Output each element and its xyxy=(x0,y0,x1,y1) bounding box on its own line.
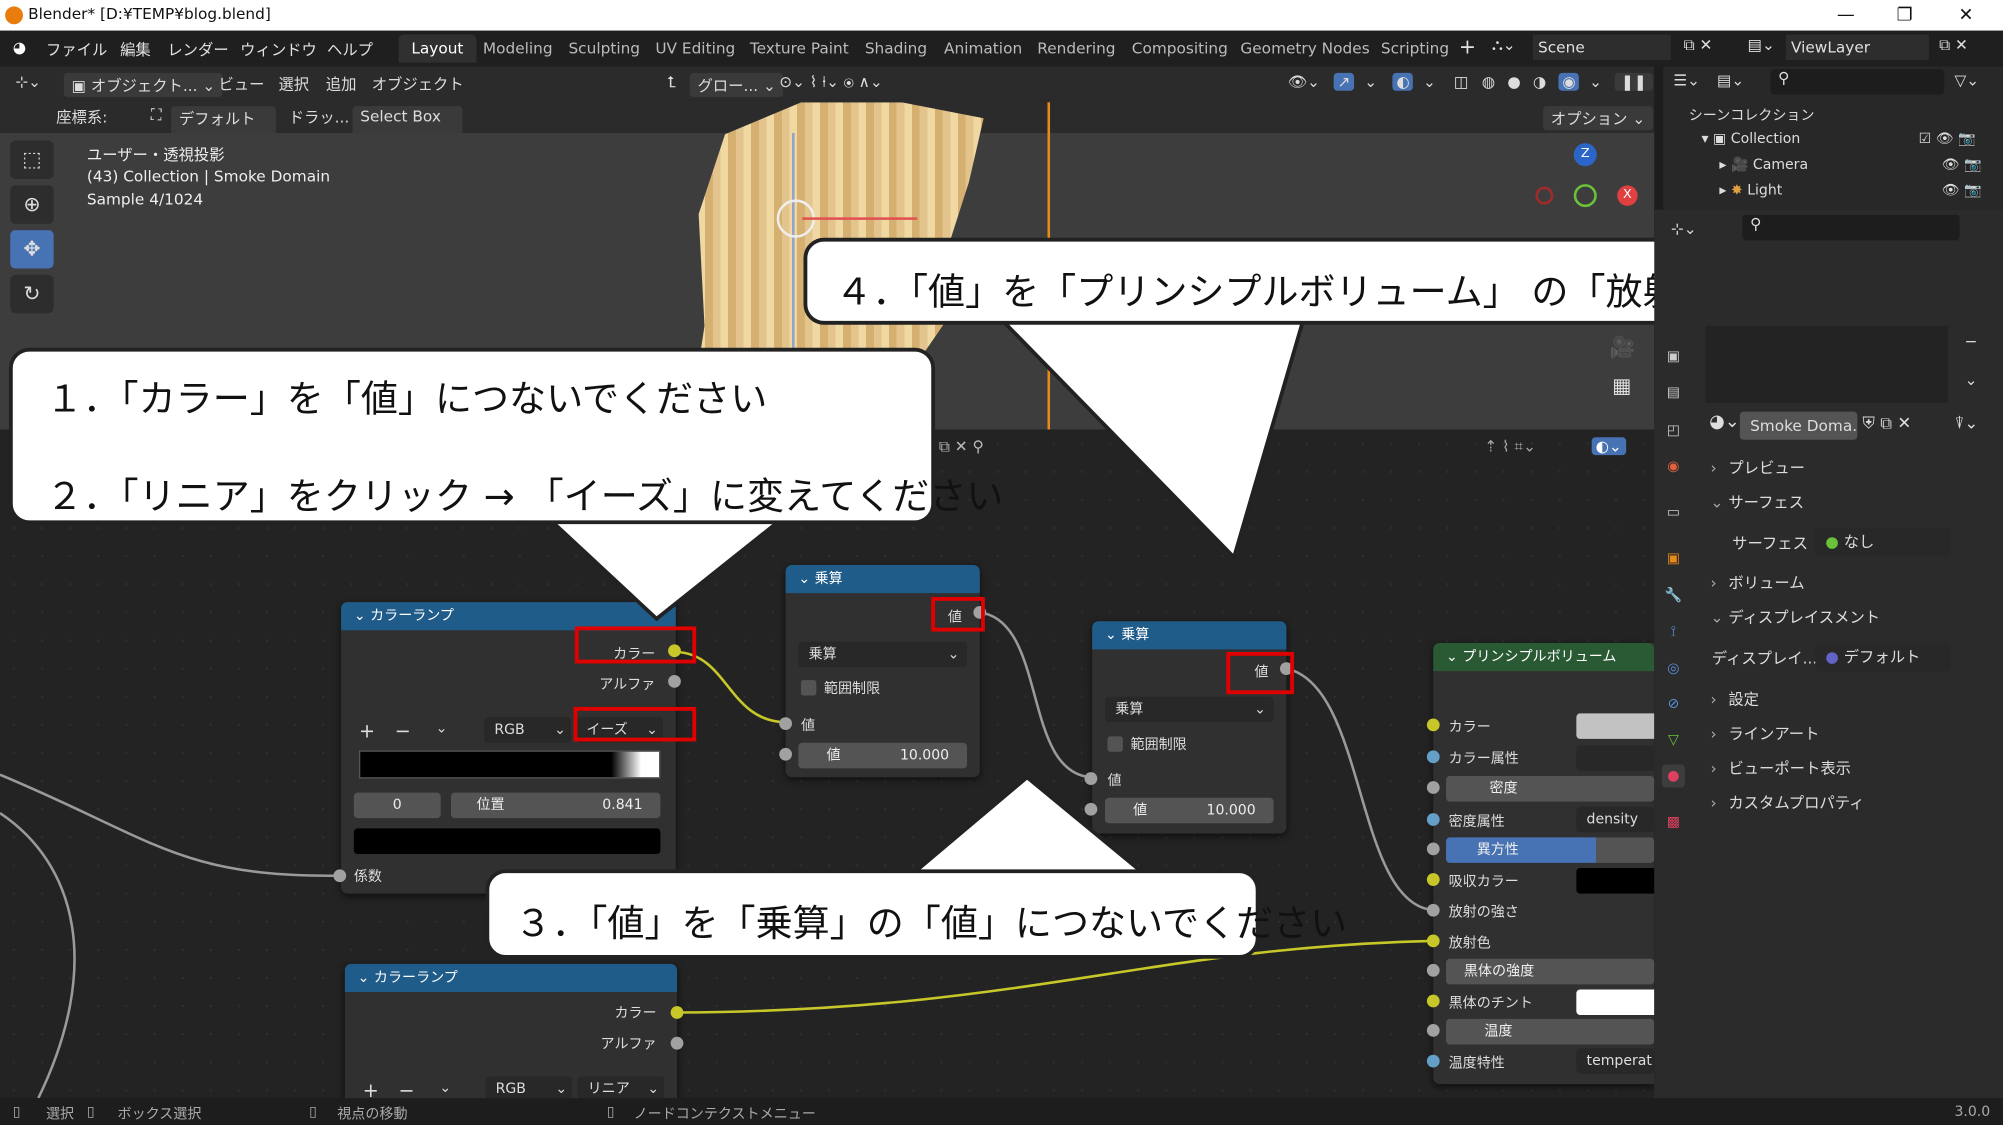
material-node-icon[interactable]: ⍒⌄ xyxy=(1954,414,1978,433)
mouse-right-icon: ▯ xyxy=(606,1103,615,1120)
status-select-label: 選択 xyxy=(45,1105,75,1123)
callout-tail-1 xyxy=(544,517,788,622)
scene-tab-icon[interactable]: ◉ xyxy=(1662,455,1685,478)
callout-step-2-text: ２．「リニア」をクリック → 「イーズ」に変えてください xyxy=(45,474,1004,518)
status-bar: ▯ 選択 ▯ ボックス選択 ▯ 視点の移動 ▯ ノードコンテクストメニュー 3.… xyxy=(0,1098,2003,1125)
physics-tab-icon[interactable]: ◎ xyxy=(1662,657,1685,680)
section-lineart-label: ラインアート xyxy=(1728,724,1820,743)
outliner-item-light[interactable]: ▸ ✸ Light xyxy=(1719,182,1782,199)
slot-menu-icon[interactable]: ⌄ xyxy=(1965,371,1978,389)
callout-step-3-text: ３．「値」を「乗算」の「値」につないでください xyxy=(514,901,1348,945)
callout-steps-1-2: １．「カラー」を「値」につないでください ２．「リニア」をクリック → 「イーズ… xyxy=(8,347,1003,525)
outliner-panel: ☰⌄ ▤⌄ ⚲ ▽⌄ シーンコレクション ▾ ▣ Collection ▸ 🎥 … xyxy=(1663,66,2003,210)
material-name-field[interactable]: Smoke Doma... xyxy=(1739,411,1858,440)
mouse-left-icon: ▯ xyxy=(12,1103,21,1120)
outliner-editor-icon[interactable]: ☰⌄ xyxy=(1673,72,1700,90)
section-settings[interactable]: › 設定 xyxy=(1705,685,1986,713)
mouse-middle-icon: ▯ xyxy=(309,1103,317,1120)
material-tab-icon[interactable]: ● xyxy=(1661,764,1685,788)
light-visibility-icons[interactable]: 👁 📷 xyxy=(1942,182,1982,199)
outliner-search-input[interactable]: ⚲ xyxy=(1770,69,1945,95)
status-context-menu-label: ノードコンテクストメニュー xyxy=(633,1105,816,1123)
callout-tail-4 xyxy=(998,318,1306,562)
texture-tab-icon[interactable]: ▩ xyxy=(1662,811,1685,834)
surface-label: サーフェス xyxy=(1732,534,1808,553)
section-settings-label: 設定 xyxy=(1728,690,1760,709)
section-surface[interactable]: ⌄ サーフェス xyxy=(1705,488,1986,516)
displacement-value: デフォルト xyxy=(1843,648,1921,667)
data-tab-icon[interactable]: ▽ xyxy=(1662,729,1685,752)
material-slot-list[interactable] xyxy=(1705,325,1949,403)
outliner-item-collection[interactable]: ▾ ▣ Collection xyxy=(1702,130,1801,147)
outliner-item-camera[interactable]: ▸ 🎥 Camera xyxy=(1719,156,1808,173)
section-viewport-display-label: ビューポート表示 xyxy=(1728,759,1852,778)
props-editor-icon[interactable]: ⊹⌄ xyxy=(1671,220,1697,238)
scene-collection-label[interactable]: シーンコレクション xyxy=(1689,105,1815,125)
outliner-light-label: Light xyxy=(1747,181,1783,199)
section-custom-properties[interactable]: › カスタムプロパティ xyxy=(1705,789,1986,817)
section-viewport-display[interactable]: › ビューポート表示 xyxy=(1705,754,1986,782)
version-label: 3.0.0 xyxy=(1954,1103,1991,1120)
filter-icon[interactable]: ▽⌄ xyxy=(1954,72,1979,90)
collection-visibility-icons[interactable]: ☑ 👁 📷 xyxy=(1919,130,1976,147)
constraints-tab-icon[interactable]: ⊘ xyxy=(1662,693,1685,716)
outliner-camera-label: Camera xyxy=(1752,155,1809,173)
section-surface-label: サーフェス xyxy=(1728,493,1805,512)
outliner-collection-label: Collection xyxy=(1730,130,1801,148)
object-tab-icon[interactable]: ▣ xyxy=(1662,547,1685,570)
slot-remove-icon[interactable]: − xyxy=(1965,332,1978,350)
render-tab-icon[interactable]: ▣ xyxy=(1662,345,1685,368)
callout-step-1-text: １．「カラー」を「値」につないでください xyxy=(45,377,768,421)
section-preview[interactable]: › プレビュー xyxy=(1705,454,1986,482)
status-move-view-label: 視点の移動 xyxy=(337,1105,408,1123)
material-shield-icon[interactable]: ⛨ ⧉ ✕ xyxy=(1862,414,1911,433)
displacement-label: ディスプレイ... xyxy=(1711,649,1818,668)
props-search-input[interactable]: ⚲ xyxy=(1742,214,1960,241)
world-tab-icon[interactable]: ▭ xyxy=(1662,501,1685,524)
section-preview-label: プレビュー xyxy=(1728,458,1806,477)
section-displacement[interactable]: ⌄ ディスプレイスメント xyxy=(1705,603,1986,631)
camera-visibility-icons[interactable]: 👁 📷 xyxy=(1942,156,1982,173)
section-volume-label: ボリューム xyxy=(1728,574,1805,592)
output-tab-icon[interactable]: ▤ xyxy=(1662,381,1685,404)
section-displacement-label: ディスプレイスメント xyxy=(1728,608,1881,627)
callout-tail-3 xyxy=(908,774,1149,876)
surface-shader-field[interactable]: ● なし xyxy=(1815,527,1951,557)
section-custom-properties-label: カスタムプロパティ xyxy=(1728,793,1865,812)
section-lineart[interactable]: › ラインアート xyxy=(1705,720,1986,748)
surface-value: なし xyxy=(1843,533,1875,551)
callout-step-3: ３．「値」を「乗算」の「値」につないでください xyxy=(485,869,1347,959)
particles-tab-icon[interactable]: ⟟ xyxy=(1662,620,1685,643)
material-browse-icon[interactable]: ◕⌄ xyxy=(1709,412,1740,432)
search-icon: ⚲ xyxy=(1778,69,1790,87)
view-layer-tab-icon[interactable]: ◰ xyxy=(1662,419,1685,442)
outliner-display-icon[interactable]: ▤⌄ xyxy=(1717,72,1744,90)
displacement-method-field[interactable]: ● デフォルト xyxy=(1815,643,1951,672)
mouse-drag-icon: ▯ xyxy=(86,1103,95,1120)
modifier-tab-icon[interactable]: 🔧 xyxy=(1662,584,1685,607)
section-volume[interactable]: › ボリューム xyxy=(1705,569,1986,597)
props-search-icon: ⚲ xyxy=(1750,214,1762,233)
status-box-select-label: ボックス選択 xyxy=(117,1105,202,1123)
